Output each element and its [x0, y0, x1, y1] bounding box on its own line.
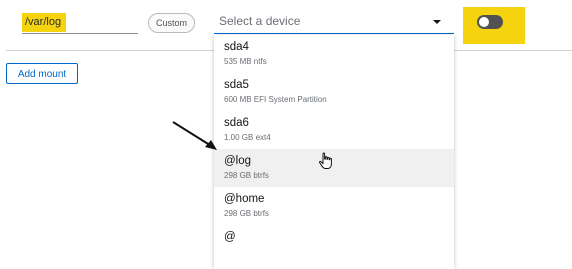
add-mount-button[interactable]: Add mount — [6, 63, 78, 84]
option-name: sda6 — [224, 117, 249, 129]
mount-path-input[interactable]: /var/log — [22, 13, 138, 34]
dropdown-option-log[interactable]: @log 298 GB btrfs — [214, 149, 454, 187]
option-name: @ — [224, 231, 236, 243]
custom-badge: Custom — [148, 13, 196, 33]
caret-down-icon — [433, 20, 441, 24]
option-name: sda4 — [224, 41, 249, 53]
option-detail: 600 MB EFI System Partition — [224, 95, 327, 104]
hand-pointer-icon — [319, 152, 332, 169]
device-select-placeholder: Select a device — [219, 14, 301, 28]
dropdown-option-sda4[interactable]: sda4 535 MB ntfs — [214, 35, 454, 73]
option-name: @log — [224, 155, 252, 167]
device-dropdown-menu: sda4 535 MB ntfs sda5 600 MB EFI System … — [214, 35, 454, 269]
toggle-highlight — [463, 7, 525, 44]
option-name: sda5 — [224, 79, 249, 91]
mount-toggle[interactable] — [477, 15, 503, 29]
toggle-knob — [479, 17, 489, 27]
dropdown-option-sda6[interactable]: sda6 1.00 GB ext4 — [214, 111, 454, 149]
device-select[interactable]: Select a device — [214, 10, 454, 34]
option-detail: 298 GB btrfs — [224, 171, 269, 180]
option-detail: 1.00 GB ext4 — [224, 133, 271, 142]
dropdown-option-home[interactable]: @home 298 GB btrfs — [214, 187, 454, 225]
option-detail: 298 GB btrfs — [224, 209, 269, 218]
dropdown-option-sda5[interactable]: sda5 600 MB EFI System Partition — [214, 73, 454, 111]
option-name: @home — [224, 193, 265, 205]
mount-path-value: /var/log — [22, 13, 67, 32]
arrow-annotation-icon — [172, 121, 217, 150]
dropdown-option-root[interactable]: @ — [214, 225, 454, 263]
option-detail: 535 MB ntfs — [224, 57, 267, 66]
